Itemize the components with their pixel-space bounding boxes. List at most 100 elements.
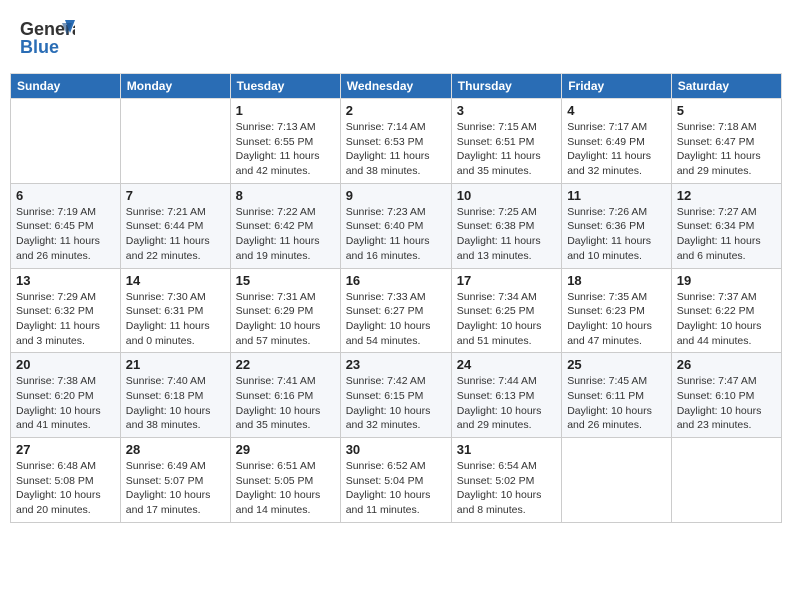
day-number: 21 xyxy=(126,357,225,372)
day-info: Sunrise: 6:51 AM Sunset: 5:05 PM Dayligh… xyxy=(236,459,335,518)
logo-icon: General Blue xyxy=(20,15,75,60)
calendar-cell: 20 Sunrise: 7:38 AM Sunset: 6:20 PM Dayli… xyxy=(11,353,121,438)
day-number: 27 xyxy=(16,442,115,457)
day-info: Sunrise: 7:26 AM Sunset: 6:36 PM Dayligh… xyxy=(567,205,666,264)
day-info: Sunrise: 6:54 AM Sunset: 5:02 PM Dayligh… xyxy=(457,459,556,518)
day-number: 24 xyxy=(457,357,556,372)
calendar-cell: 21Sunrise: 7:40 AM Sunset: 6:18 PM Dayli… xyxy=(120,353,230,438)
day-number: 18 xyxy=(567,273,666,288)
calendar-cell: 5 Sunrise: 7:18 AM Sunset: 6:47 PM Daylig… xyxy=(671,99,781,184)
calendar-cell: 31 Sunrise: 6:54 AM Sunset: 5:02 PM Dayli… xyxy=(451,438,561,523)
day-number: 5 xyxy=(677,103,776,118)
page-header: General Blue xyxy=(10,10,782,65)
column-header-friday: Friday xyxy=(562,74,672,99)
day-info: Sunrise: 7:44 AM Sunset: 6:13 PM Dayligh… xyxy=(457,374,556,433)
calendar-cell: 22Sunrise: 7:41 AM Sunset: 6:16 PM Dayli… xyxy=(230,353,340,438)
day-info: Sunrise: 7:42 AM Sunset: 6:15 PM Dayligh… xyxy=(346,374,446,433)
day-number: 19 xyxy=(677,273,776,288)
day-info: Sunrise: 7:13 AM Sunset: 6:55 PM Dayligh… xyxy=(236,120,335,179)
day-number: 29 xyxy=(236,442,335,457)
calendar-cell: 8Sunrise: 7:22 AM Sunset: 6:42 PM Daylig… xyxy=(230,183,340,268)
day-number: 1 xyxy=(236,103,335,118)
column-header-monday: Monday xyxy=(120,74,230,99)
calendar-week-5: 27 Sunrise: 6:48 AM Sunset: 5:08 PM Dayli… xyxy=(11,438,782,523)
day-number: 4 xyxy=(567,103,666,118)
day-number: 10 xyxy=(457,188,556,203)
day-info: Sunrise: 6:48 AM Sunset: 5:08 PM Dayligh… xyxy=(16,459,115,518)
calendar-cell xyxy=(671,438,781,523)
day-number: 15 xyxy=(236,273,335,288)
day-number: 31 xyxy=(457,442,556,457)
day-info: Sunrise: 6:52 AM Sunset: 5:04 PM Dayligh… xyxy=(346,459,446,518)
day-info: Sunrise: 7:35 AM Sunset: 6:23 PM Dayligh… xyxy=(567,290,666,349)
day-info: Sunrise: 7:29 AM Sunset: 6:32 PM Dayligh… xyxy=(16,290,115,349)
day-number: 23 xyxy=(346,357,446,372)
calendar-cell xyxy=(11,99,121,184)
column-header-wednesday: Wednesday xyxy=(340,74,451,99)
day-number: 11 xyxy=(567,188,666,203)
day-info: Sunrise: 7:27 AM Sunset: 6:34 PM Dayligh… xyxy=(677,205,776,264)
day-info: Sunrise: 7:14 AM Sunset: 6:53 PM Dayligh… xyxy=(346,120,446,179)
calendar-table: SundayMondayTuesdayWednesdayThursdayFrid… xyxy=(10,73,782,523)
calendar-cell xyxy=(562,438,672,523)
day-info: Sunrise: 7:31 AM Sunset: 6:29 PM Dayligh… xyxy=(236,290,335,349)
calendar-cell: 11 Sunrise: 7:26 AM Sunset: 6:36 PM Dayli… xyxy=(562,183,672,268)
day-info: Sunrise: 7:15 AM Sunset: 6:51 PM Dayligh… xyxy=(457,120,556,179)
day-number: 25 xyxy=(567,357,666,372)
calendar-cell: 16 Sunrise: 7:33 AM Sunset: 6:27 PM Dayli… xyxy=(340,268,451,353)
day-number: 2 xyxy=(346,103,446,118)
calendar-cell: 17Sunrise: 7:34 AM Sunset: 6:25 PM Dayli… xyxy=(451,268,561,353)
calendar-cell: 18 Sunrise: 7:35 AM Sunset: 6:23 PM Dayli… xyxy=(562,268,672,353)
calendar-cell: 1 Sunrise: 7:13 AM Sunset: 6:55 PM Daylig… xyxy=(230,99,340,184)
calendar-cell: 2 Sunrise: 7:14 AM Sunset: 6:53 PM Daylig… xyxy=(340,99,451,184)
calendar-week-1: 1 Sunrise: 7:13 AM Sunset: 6:55 PM Daylig… xyxy=(11,99,782,184)
day-info: Sunrise: 7:38 AM Sunset: 6:20 PM Dayligh… xyxy=(16,374,115,433)
calendar-cell: 29 Sunrise: 6:51 AM Sunset: 5:05 PM Dayli… xyxy=(230,438,340,523)
day-number: 28 xyxy=(126,442,225,457)
day-number: 7 xyxy=(126,188,225,203)
calendar-cell: 30 Sunrise: 6:52 AM Sunset: 5:04 PM Dayli… xyxy=(340,438,451,523)
day-number: 14 xyxy=(126,273,225,288)
day-info: Sunrise: 7:19 AM Sunset: 6:45 PM Dayligh… xyxy=(16,205,115,264)
day-info: Sunrise: 7:18 AM Sunset: 6:47 PM Dayligh… xyxy=(677,120,776,179)
day-number: 13 xyxy=(16,273,115,288)
day-number: 3 xyxy=(457,103,556,118)
calendar-cell: 14 Sunrise: 7:30 AM Sunset: 6:31 PM Dayli… xyxy=(120,268,230,353)
logo: General Blue xyxy=(20,15,75,60)
day-info: Sunrise: 7:21 AM Sunset: 6:44 PM Dayligh… xyxy=(126,205,225,264)
calendar-cell: 7 Sunrise: 7:21 AM Sunset: 6:44 PM Daylig… xyxy=(120,183,230,268)
calendar-week-4: 20 Sunrise: 7:38 AM Sunset: 6:20 PM Dayli… xyxy=(11,353,782,438)
calendar-cell: 28Sunrise: 6:49 AM Sunset: 5:07 PM Dayli… xyxy=(120,438,230,523)
calendar-cell: 23 Sunrise: 7:42 AM Sunset: 6:15 PM Dayli… xyxy=(340,353,451,438)
calendar-cell: 26Sunrise: 7:47 AM Sunset: 6:10 PM Dayli… xyxy=(671,353,781,438)
calendar-week-2: 6 Sunrise: 7:19 AM Sunset: 6:45 PM Daylig… xyxy=(11,183,782,268)
calendar-cell: 4 Sunrise: 7:17 AM Sunset: 6:49 PM Daylig… xyxy=(562,99,672,184)
column-header-saturday: Saturday xyxy=(671,74,781,99)
column-header-thursday: Thursday xyxy=(451,74,561,99)
column-header-tuesday: Tuesday xyxy=(230,74,340,99)
day-info: Sunrise: 7:45 AM Sunset: 6:11 PM Dayligh… xyxy=(567,374,666,433)
calendar-cell: 13 Sunrise: 7:29 AM Sunset: 6:32 PM Dayli… xyxy=(11,268,121,353)
calendar-cell: 3 Sunrise: 7:15 AM Sunset: 6:51 PM Daylig… xyxy=(451,99,561,184)
calendar-cell: 24 Sunrise: 7:44 AM Sunset: 6:13 PM Dayli… xyxy=(451,353,561,438)
calendar-cell: 10Sunrise: 7:25 AM Sunset: 6:38 PM Dayli… xyxy=(451,183,561,268)
calendar-cell: 6 Sunrise: 7:19 AM Sunset: 6:45 PM Daylig… xyxy=(11,183,121,268)
day-number: 6 xyxy=(16,188,115,203)
day-number: 20 xyxy=(16,357,115,372)
day-info: Sunrise: 7:22 AM Sunset: 6:42 PM Dayligh… xyxy=(236,205,335,264)
calendar-header: SundayMondayTuesdayWednesdayThursdayFrid… xyxy=(11,74,782,99)
calendar-cell: 27 Sunrise: 6:48 AM Sunset: 5:08 PM Dayli… xyxy=(11,438,121,523)
day-number: 17 xyxy=(457,273,556,288)
calendar-cell: 12Sunrise: 7:27 AM Sunset: 6:34 PM Dayli… xyxy=(671,183,781,268)
day-info: Sunrise: 7:30 AM Sunset: 6:31 PM Dayligh… xyxy=(126,290,225,349)
day-info: Sunrise: 7:17 AM Sunset: 6:49 PM Dayligh… xyxy=(567,120,666,179)
day-number: 30 xyxy=(346,442,446,457)
day-number: 22 xyxy=(236,357,335,372)
calendar-cell: 9Sunrise: 7:23 AM Sunset: 6:40 PM Daylig… xyxy=(340,183,451,268)
column-header-sunday: Sunday xyxy=(11,74,121,99)
day-info: Sunrise: 7:23 AM Sunset: 6:40 PM Dayligh… xyxy=(346,205,446,264)
day-info: Sunrise: 7:33 AM Sunset: 6:27 PM Dayligh… xyxy=(346,290,446,349)
calendar-cell xyxy=(120,99,230,184)
day-number: 16 xyxy=(346,273,446,288)
calendar-cell: 15 Sunrise: 7:31 AM Sunset: 6:29 PM Dayli… xyxy=(230,268,340,353)
